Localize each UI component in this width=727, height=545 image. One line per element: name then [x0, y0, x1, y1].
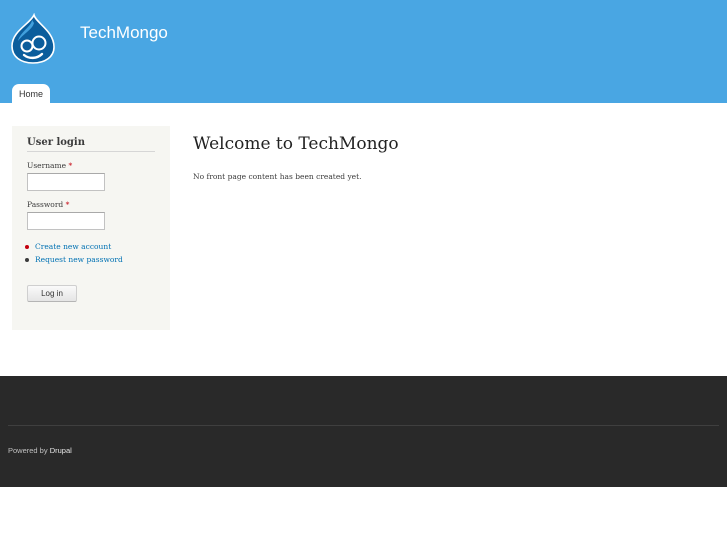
- password-label: Password *: [27, 200, 69, 209]
- password-input[interactable]: [27, 212, 105, 230]
- site-header: TechMongo Home: [0, 0, 727, 105]
- drupal-logo-icon[interactable]: [10, 13, 56, 65]
- required-mark: *: [68, 161, 73, 170]
- block-title: User login: [27, 137, 155, 152]
- required-mark: *: [65, 200, 70, 209]
- login-button[interactable]: Log in: [27, 285, 77, 302]
- bullet-icon: [25, 245, 29, 249]
- request-password-link[interactable]: Request new password: [35, 255, 123, 264]
- page-title: Welcome to TechMongo: [193, 134, 399, 154]
- footer-divider: [8, 425, 719, 426]
- username-input[interactable]: [27, 173, 105, 191]
- tab-home[interactable]: Home: [12, 84, 51, 105]
- powered-by: Powered by Drupal: [8, 446, 72, 455]
- create-account-link[interactable]: Create new account: [35, 242, 111, 251]
- username-label-text: Username: [27, 161, 67, 170]
- bullet-icon: [25, 258, 29, 262]
- site-name-link[interactable]: TechMongo: [80, 23, 168, 43]
- username-label: Username *: [27, 161, 72, 170]
- site-footer: Powered by Drupal: [0, 376, 727, 487]
- powered-by-text: Powered by: [8, 446, 48, 455]
- password-label-text: Password: [27, 200, 64, 209]
- main-menu: Home: [12, 82, 51, 105]
- user-login-block: User login Username * Password * Create …: [12, 126, 170, 330]
- drupal-link[interactable]: Drupal: [50, 446, 72, 455]
- page-text: No front page content has been created y…: [193, 172, 362, 181]
